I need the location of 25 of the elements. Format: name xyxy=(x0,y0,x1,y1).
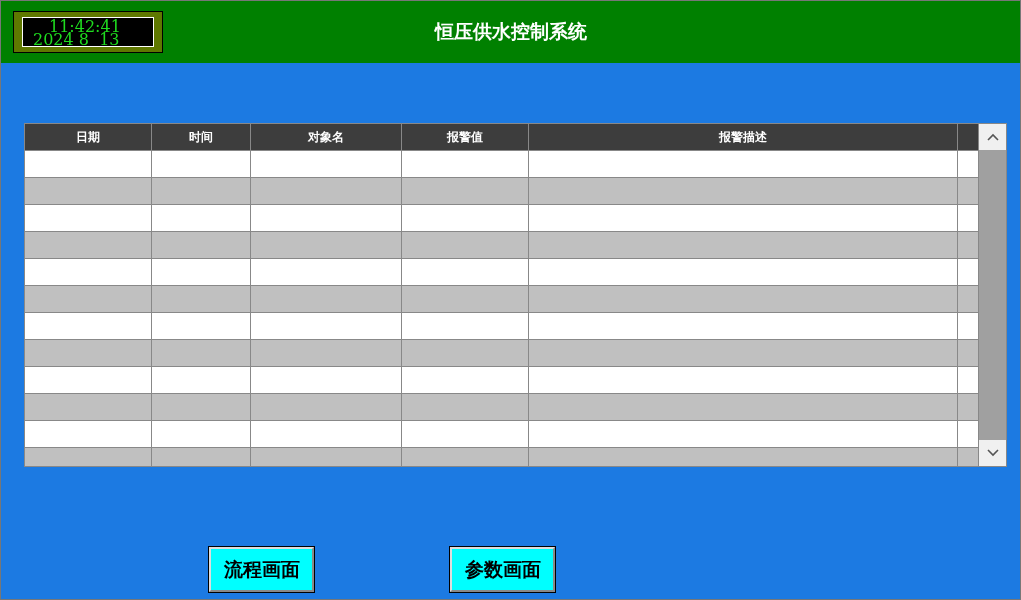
table-cell xyxy=(958,151,979,178)
table-cell xyxy=(958,205,979,232)
chevron-up-icon xyxy=(986,133,999,141)
clock-time: 11:42:41 xyxy=(48,20,122,33)
column-header: 报警描述 xyxy=(529,124,958,151)
column-header: 对象名 xyxy=(251,124,402,151)
window-title: 恒压供水控制系统 xyxy=(434,19,587,44)
table-cell xyxy=(958,178,979,205)
column-header: 时间 xyxy=(152,124,251,151)
scroll-up-button[interactable] xyxy=(979,124,1006,150)
table-cell xyxy=(958,367,979,394)
table-cell xyxy=(958,340,979,367)
chevron-down-icon xyxy=(986,449,999,457)
table-cell xyxy=(958,313,979,340)
column-header: 报警值 xyxy=(402,124,529,151)
table-cell xyxy=(958,286,979,313)
table-cell xyxy=(958,232,979,259)
clock-date: 2024 8 13 xyxy=(32,33,121,46)
nav-button[interactable]: 参数画面 xyxy=(450,547,555,592)
nav-button[interactable]: 流程画面 xyxy=(209,547,314,592)
scroll-down-button[interactable] xyxy=(979,440,1006,466)
table-cell xyxy=(958,394,979,421)
column-header: 日期 xyxy=(25,124,152,151)
table-cell xyxy=(958,259,979,286)
table-cell xyxy=(958,421,979,448)
